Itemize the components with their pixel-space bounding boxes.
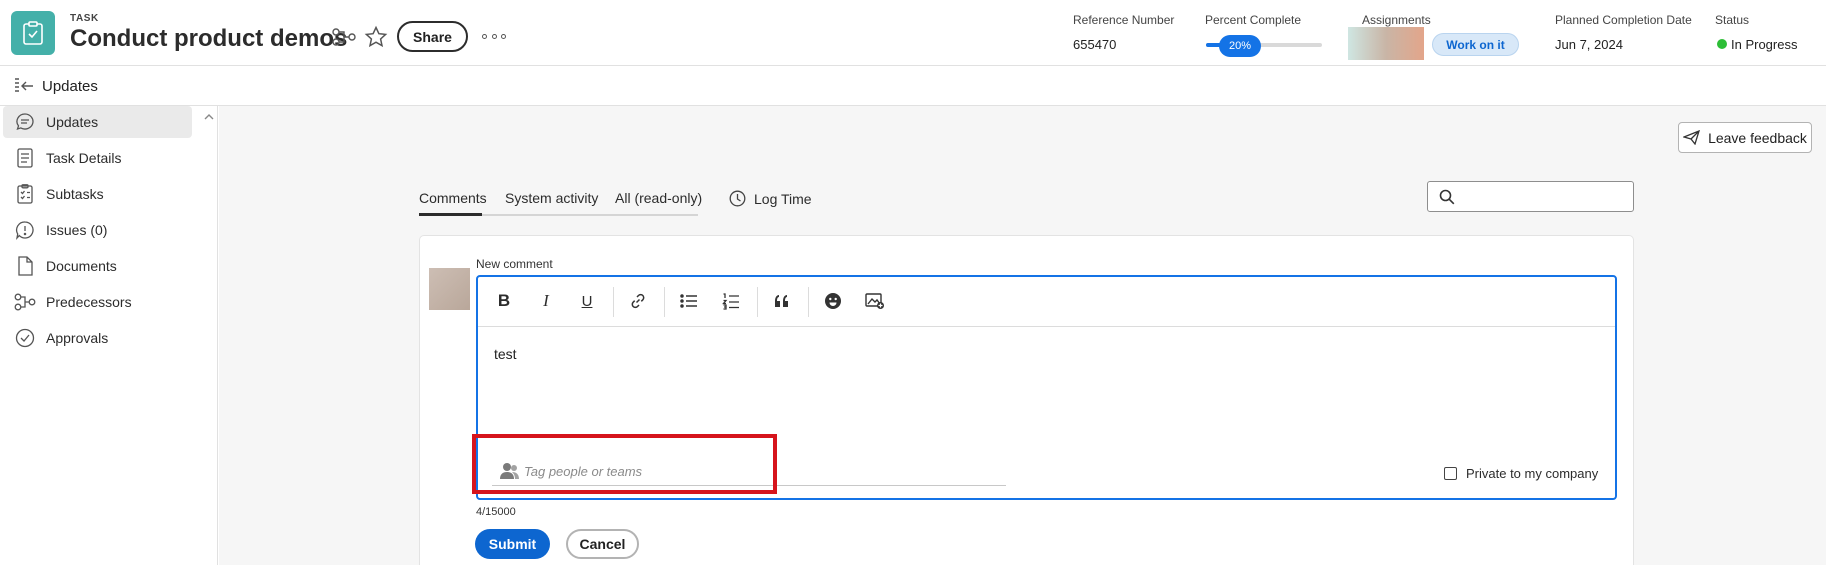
checklist-icon: [14, 183, 36, 205]
sidebar-item-label: Approvals: [46, 330, 109, 346]
chevron-up-icon[interactable]: [203, 110, 215, 122]
private-checkbox[interactable]: Private to my company: [1444, 466, 1598, 481]
comment-icon: [14, 111, 36, 133]
dependency-icon: [14, 291, 36, 313]
star-icon[interactable]: [363, 24, 389, 50]
sidebar-item-updates[interactable]: Updates: [3, 106, 192, 138]
reference-number-value: 655470: [1073, 37, 1117, 52]
page-title[interactable]: Conduct product demos: [70, 25, 347, 53]
clock-icon: [729, 190, 746, 207]
collapse-panel-icon[interactable]: [13, 77, 35, 95]
updates-bar: Updates: [0, 67, 1826, 106]
task-icon: [11, 11, 55, 55]
bulleted-list-icon[interactable]: [677, 289, 701, 313]
status-label: Status: [1715, 13, 1750, 27]
numbered-list-icon[interactable]: [719, 289, 743, 313]
quote-icon[interactable]: [770, 289, 794, 313]
cancel-button[interactable]: Cancel: [566, 529, 639, 559]
reference-number-label: Reference Number: [1073, 13, 1175, 27]
sidebar-item-label: Task Details: [46, 150, 122, 166]
leave-feedback-label: Leave feedback: [1708, 129, 1807, 146]
private-label: Private to my company: [1466, 466, 1599, 481]
check-circle-icon: [14, 327, 36, 349]
sidebar-item-label: Updates: [46, 114, 99, 130]
italic-icon[interactable]: I: [534, 289, 558, 313]
active-tab-indicator: [419, 213, 482, 216]
submit-button[interactable]: Submit: [475, 529, 550, 559]
send-icon: [1683, 130, 1701, 145]
sidebar-item-task-details[interactable]: Task Details: [3, 142, 192, 174]
panel-title: Updates: [42, 78, 98, 95]
log-time-button[interactable]: Log Time: [729, 190, 812, 207]
tab-all-read-only[interactable]: All (read-only): [615, 190, 702, 206]
status-value[interactable]: In Progress: [1731, 37, 1797, 52]
dependency-icon[interactable]: [331, 24, 357, 50]
sidebar-item-subtasks[interactable]: Subtasks: [3, 178, 192, 210]
document-lines-icon: [14, 147, 36, 169]
underline-icon[interactable]: U: [575, 289, 599, 313]
checkbox-icon[interactable]: [1444, 467, 1457, 480]
bold-icon[interactable]: B: [492, 289, 516, 313]
comment-text[interactable]: test: [494, 346, 517, 362]
tab-system-activity[interactable]: System activity: [505, 190, 598, 206]
sidebar-item-documents[interactable]: Documents: [3, 250, 192, 282]
share-button[interactable]: Share: [397, 21, 468, 52]
sidebar: Updates Task Details Subtasks Issues (0)…: [0, 106, 218, 565]
sidebar-item-label: Subtasks: [46, 186, 104, 202]
new-comment-label: New comment: [476, 257, 553, 271]
object-type-label: TASK: [70, 13, 99, 24]
task-header: TASK Conduct product demos Share Referen…: [0, 0, 1826, 66]
insert-image-icon[interactable]: [863, 289, 887, 313]
log-time-label: Log Time: [754, 190, 812, 207]
percent-complete-label: Percent Complete: [1205, 13, 1302, 27]
character-count: 4/15000: [476, 506, 516, 518]
sidebar-item-issues[interactable]: Issues (0): [3, 214, 192, 246]
search-input[interactable]: [1427, 181, 1634, 212]
sidebar-item-label: Issues (0): [46, 222, 108, 238]
sidebar-item-label: Predecessors: [46, 294, 132, 310]
work-on-it-button[interactable]: Work on it: [1432, 33, 1519, 56]
planned-completion-label: Planned Completion Date: [1555, 13, 1692, 27]
planned-completion-value[interactable]: Jun 7, 2024: [1555, 37, 1623, 52]
search-icon: [1439, 189, 1455, 205]
emoji-icon[interactable]: [821, 289, 845, 313]
sidebar-item-label: Documents: [46, 258, 117, 274]
tab-comments[interactable]: Comments: [419, 190, 487, 206]
percent-complete-value[interactable]: 20%: [1219, 35, 1261, 57]
more-icon[interactable]: [482, 28, 506, 44]
issue-icon: [14, 219, 36, 241]
highlight-box: [472, 434, 777, 494]
sidebar-item-approvals[interactable]: Approvals: [3, 322, 192, 354]
sidebar-item-predecessors[interactable]: Predecessors: [3, 286, 192, 318]
leave-feedback-button[interactable]: Leave feedback: [1678, 122, 1812, 153]
avatar: [429, 268, 470, 310]
status-dot-icon: [1717, 39, 1727, 49]
editor-toolbar: B I U: [478, 277, 1615, 327]
assignments-label: Assignments: [1362, 13, 1431, 27]
link-icon[interactable]: [626, 289, 650, 313]
assignee-avatars[interactable]: [1348, 27, 1424, 60]
file-icon: [14, 255, 36, 277]
